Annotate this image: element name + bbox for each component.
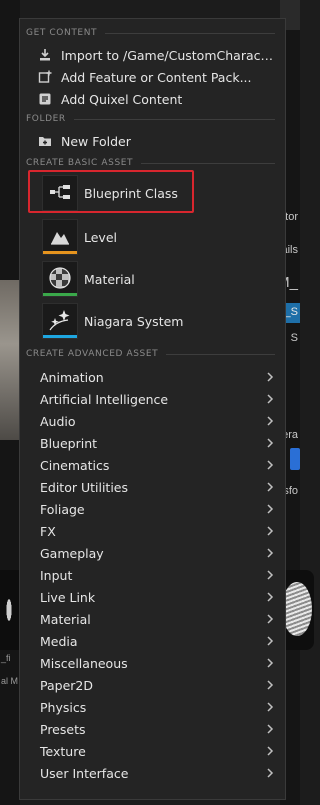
advanced-asset-submenu-item[interactable]: Miscellaneous [40, 652, 275, 674]
chevron-right-icon [265, 460, 275, 470]
submenu-item-label: Media [40, 633, 78, 649]
add-quixel-menu-item[interactable]: Add Quixel Content [38, 89, 275, 109]
submenu-item-label: Miscellaneous [40, 655, 128, 671]
menu-item-label: New Folder [61, 133, 131, 149]
material-thumbnail [42, 261, 78, 297]
chevron-right-icon [265, 702, 275, 712]
content-browser-context-menu: GET CONTENT Import to /Game/CustomCharac… [19, 18, 286, 800]
background-label: _fi [1, 653, 11, 663]
submenu-item-label: Physics [40, 699, 87, 715]
advanced-asset-submenu-item[interactable]: Cinematics [40, 454, 275, 476]
menu-item-label: Add Feature or Content Pack... [61, 69, 252, 85]
chevron-right-icon [265, 768, 275, 778]
chevron-right-icon [265, 746, 275, 756]
level-menu-item[interactable]: Level [42, 218, 275, 256]
chevron-right-icon [265, 548, 275, 558]
section-header-create-advanced-asset: CREATE ADVANCED ASSET [26, 348, 275, 360]
chevron-right-icon [265, 438, 275, 448]
background-accent [290, 448, 300, 470]
submenu-item-label: Presets [40, 721, 86, 737]
advanced-asset-submenu-item[interactable]: FX [40, 520, 275, 542]
chevron-right-icon [265, 372, 275, 382]
chevron-right-icon [265, 614, 275, 624]
submenu-item-label: Gameplay [40, 545, 104, 561]
chevron-right-icon [265, 592, 275, 602]
material-menu-item[interactable]: Material [42, 260, 275, 298]
background-viewport [0, 280, 20, 440]
quixel-icon [38, 92, 52, 106]
background-label: tor [285, 211, 298, 223]
advanced-asset-submenu-item[interactable]: User Interface [40, 762, 275, 784]
chevron-right-icon [265, 504, 275, 514]
chevron-right-icon [265, 394, 275, 404]
menu-item-label: Level [84, 229, 117, 245]
import-icon [38, 48, 52, 62]
niagara-color-bar [43, 335, 77, 338]
submenu-item-label: Editor Utilities [40, 479, 129, 495]
new-folder-icon [38, 134, 52, 148]
advanced-asset-submenu-item[interactable]: Blueprint [40, 432, 275, 454]
submenu-item-label: Texture [40, 743, 86, 759]
import-menu-item[interactable]: Import to /Game/CustomCharacter... [38, 45, 275, 65]
advanced-asset-submenu-item[interactable]: Editor Utilities [40, 476, 275, 498]
content-pack-icon [38, 70, 52, 84]
material-color-bar [43, 293, 77, 296]
submenu-item-label: Input [40, 567, 73, 583]
section-header-create-basic-asset: CREATE BASIC ASSET [26, 157, 275, 169]
chevron-right-icon [265, 658, 275, 668]
level-color-bar [43, 251, 77, 254]
section-header-folder: FOLDER [26, 113, 275, 125]
background-figure [3, 585, 15, 635]
menu-item-label: Niagara System [84, 313, 184, 329]
advanced-asset-submenu-item[interactable]: Animation [40, 366, 275, 388]
submenu-item-label: Cinematics [40, 457, 110, 473]
menu-item-label: Material [84, 271, 135, 287]
new-folder-menu-item[interactable]: New Folder [38, 131, 275, 151]
chevron-right-icon [265, 416, 275, 426]
material-icon [43, 262, 77, 293]
advanced-asset-submenu-item[interactable]: Audio [40, 410, 275, 432]
advanced-asset-submenu-item[interactable]: Foliage [40, 498, 275, 520]
submenu-item-label: User Interface [40, 765, 129, 781]
submenu-item-label: Foliage [40, 501, 85, 517]
level-thumbnail [42, 219, 78, 255]
section-header-get-content: GET CONTENT [26, 27, 275, 39]
add-content-pack-menu-item[interactable]: Add Feature or Content Pack... [38, 67, 275, 87]
advanced-asset-submenu-item[interactable]: Texture [40, 740, 275, 762]
advanced-asset-submenu-item[interactable]: Presets [40, 718, 275, 740]
advanced-asset-submenu-item[interactable]: Paper2D [40, 674, 275, 696]
advanced-asset-submenu-item[interactable]: Gameplay [40, 542, 275, 564]
menu-item-label: Add Quixel Content [61, 91, 183, 107]
submenu-item-label: Animation [40, 369, 104, 385]
chevron-right-icon [265, 636, 275, 646]
chevron-right-icon [265, 570, 275, 580]
submenu-item-label: Artificial Intelligence [40, 391, 169, 407]
niagara-system-thumbnail [42, 303, 78, 339]
chevron-right-icon [265, 680, 275, 690]
submenu-item-label: Live Link [40, 589, 96, 605]
submenu-item-label: Audio [40, 413, 76, 429]
submenu-item-label: Blueprint [40, 435, 98, 451]
chevron-right-icon [265, 526, 275, 536]
advanced-asset-submenu-item[interactable]: Physics [40, 696, 275, 718]
background-label: S [290, 332, 298, 344]
submenu-item-label: FX [40, 523, 56, 539]
niagara-system-menu-item[interactable]: Niagara System [42, 302, 275, 340]
menu-item-label: Import to /Game/CustomCharacter... [61, 47, 275, 63]
blueprint-class-highlight [28, 170, 194, 213]
advanced-asset-submenu-item[interactable]: Media [40, 630, 275, 652]
advanced-asset-submenu-item[interactable]: Input [40, 564, 275, 586]
background-label: al M [1, 676, 19, 686]
submenu-item-label: Paper2D [40, 677, 93, 693]
level-icon [43, 220, 77, 251]
advanced-asset-submenu-item[interactable]: Artificial Intelligence [40, 388, 275, 410]
chevron-right-icon [265, 724, 275, 734]
advanced-asset-submenu-item[interactable]: Material [40, 608, 275, 630]
submenu-item-label: Material [40, 611, 91, 627]
niagara-icon [43, 304, 77, 335]
advanced-asset-submenu-item[interactable]: Live Link [40, 586, 275, 608]
chevron-right-icon [265, 482, 275, 492]
